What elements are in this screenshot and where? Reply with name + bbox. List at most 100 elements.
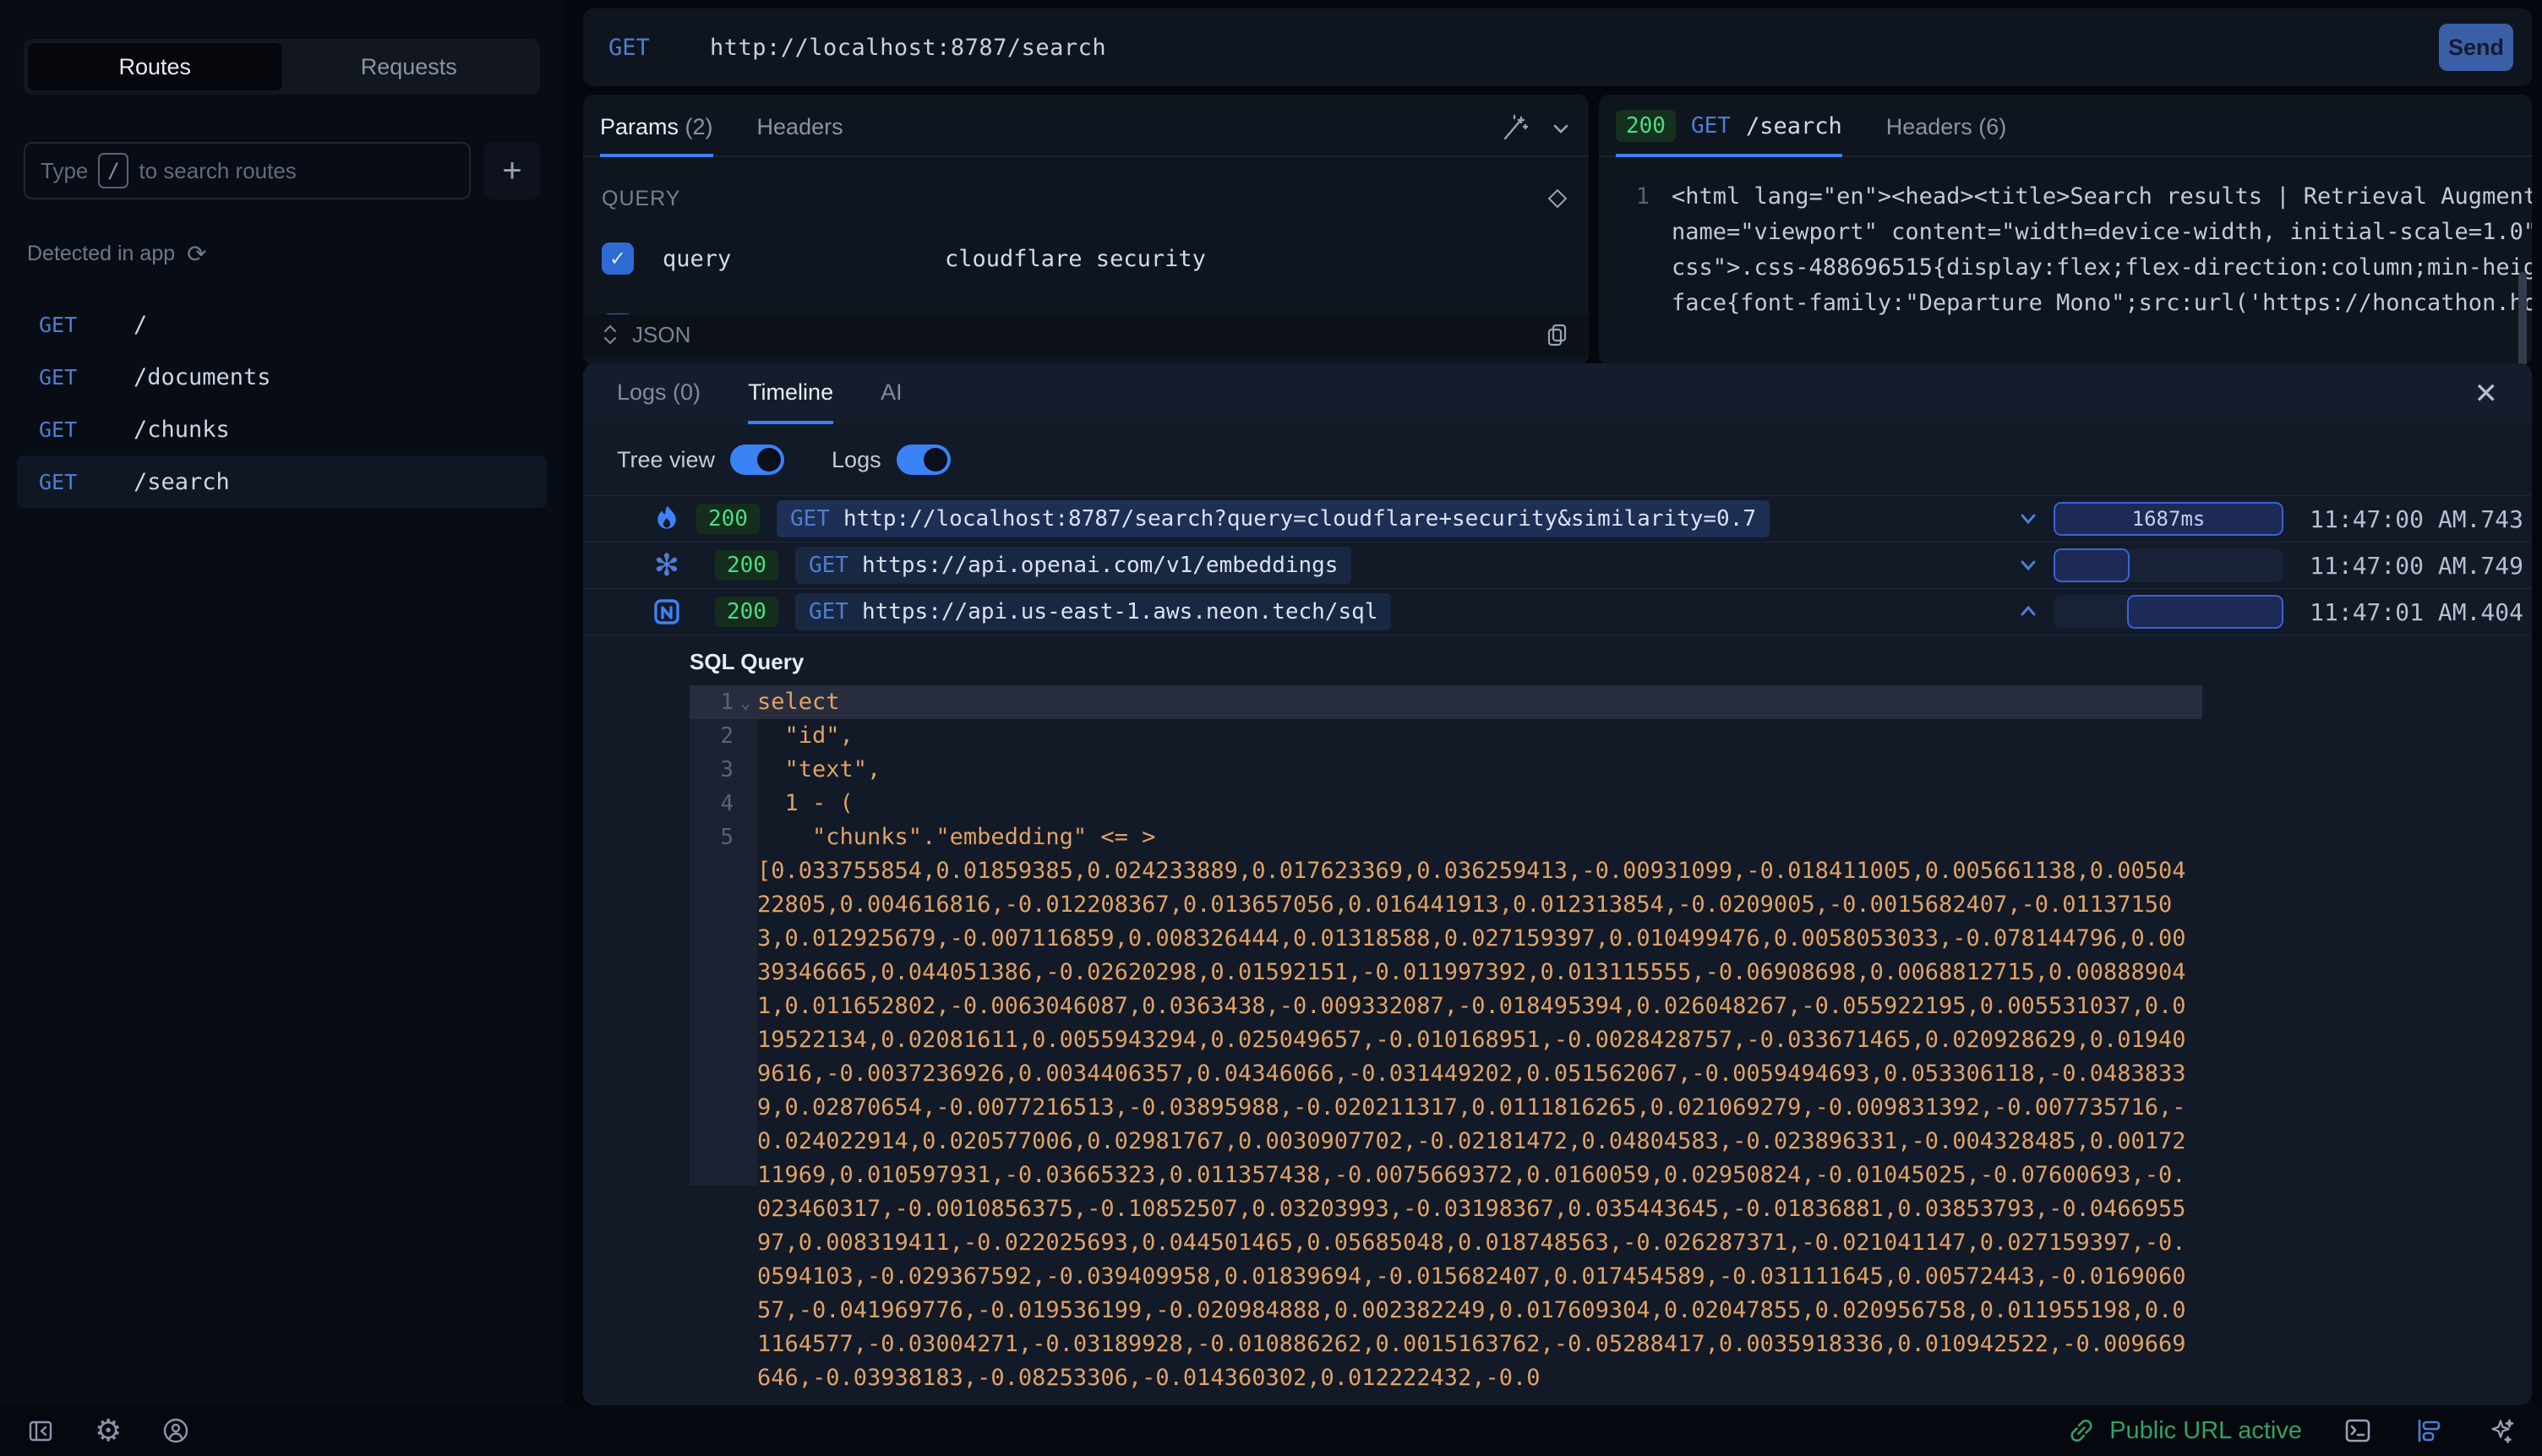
sql-line: 3 "text", bbox=[690, 753, 2202, 787]
timeline-row-app-request[interactable]: 200 GET http://localhost:8787/search?que… bbox=[583, 496, 2532, 543]
timeline-row-neon[interactable]: 200 GET https://api.us-east-1.aws.neon.t… bbox=[583, 589, 2532, 635]
tab-requests[interactable]: Requests bbox=[282, 43, 537, 90]
param-value[interactable]: cloudflare security bbox=[945, 246, 1206, 272]
link-icon bbox=[2067, 1416, 2096, 1445]
request-chip: GET https://api.us-east-1.aws.neon.tech/… bbox=[795, 593, 1391, 630]
chevron-down-icon[interactable] bbox=[1550, 117, 1572, 139]
send-button[interactable]: Send bbox=[2439, 24, 2513, 71]
query-section-label: QUERY bbox=[602, 187, 680, 211]
route-method: GET bbox=[39, 313, 134, 337]
search-placeholder-suffix: to search routes bbox=[139, 158, 296, 184]
request-chip: GET https://api.openai.com/v1/embeddings bbox=[795, 547, 1352, 584]
status-badge: 200 bbox=[715, 597, 778, 627]
url-input[interactable]: http://localhost:8787/search bbox=[710, 35, 1106, 61]
tab-response-headers[interactable]: Headers (6) bbox=[1886, 114, 2007, 157]
diamond-icon[interactable] bbox=[1545, 186, 1570, 211]
response-method: GET bbox=[1691, 113, 1731, 139]
route-item-root[interactable]: GET / bbox=[17, 298, 547, 351]
route-item-search[interactable]: GET /search bbox=[17, 455, 547, 508]
method-select[interactable]: GET bbox=[602, 35, 710, 61]
status-badge: 200 bbox=[1616, 110, 1676, 142]
flame-icon bbox=[649, 504, 685, 534]
route-search-input[interactable]: Type / to search routes bbox=[24, 142, 471, 199]
embedding-vector-text: [0.033755854,0.01859385,0.024233889,0.01… bbox=[757, 854, 2194, 1395]
chevron-up-icon[interactable] bbox=[2003, 599, 2054, 624]
chevron-down-icon[interactable] bbox=[2003, 553, 2054, 578]
status-bar: ⚙ Public URL active bbox=[0, 1405, 2542, 1456]
logs-toggle-label: Logs bbox=[832, 447, 881, 473]
response-line: face{font-family:"Departure Mono";src:ur… bbox=[1672, 286, 2532, 321]
timeline-panel: Logs (0) Timeline AI ✕ Tree view Logs 20… bbox=[583, 363, 2532, 1405]
collapse-sidebar-icon[interactable] bbox=[25, 1415, 56, 1446]
route-path: /documents bbox=[134, 364, 271, 390]
duration-bar bbox=[2054, 595, 2283, 629]
public-url-status[interactable]: Public URL active bbox=[2067, 1416, 2302, 1445]
route-path: /search bbox=[134, 469, 230, 495]
collapse-chevrons-icon bbox=[602, 323, 619, 346]
timestamp: 11:47:00 AM.743 bbox=[2305, 505, 2532, 533]
copy-icon[interactable] bbox=[1545, 322, 1570, 347]
json-bar-label: JSON bbox=[632, 322, 690, 348]
neon-icon bbox=[649, 597, 685, 626]
sidebar: Routes Requests Type / to search routes … bbox=[0, 0, 564, 1405]
tab-logs[interactable]: Logs (0) bbox=[617, 363, 701, 424]
timeline-layout-icon[interactable] bbox=[2414, 1415, 2444, 1446]
fold-caret-icon[interactable]: ⌄ bbox=[734, 685, 757, 719]
timestamp: 11:47:00 AM.749 bbox=[2305, 552, 2532, 580]
route-path: / bbox=[134, 312, 147, 338]
route-method: GET bbox=[39, 470, 134, 494]
refresh-icon[interactable]: ⟳ bbox=[187, 240, 206, 268]
sparkles-icon[interactable] bbox=[2485, 1415, 2517, 1447]
request-url-bar: GET http://localhost:8787/search Send bbox=[583, 8, 2532, 86]
magic-wand-icon[interactable] bbox=[1497, 113, 1528, 144]
request-chip: GET http://localhost:8787/search?query=c… bbox=[777, 500, 1770, 537]
close-icon[interactable]: ✕ bbox=[2474, 377, 2499, 411]
gear-icon[interactable]: ⚙ bbox=[95, 1413, 122, 1448]
response-path: /search bbox=[1746, 113, 1842, 139]
app-window: Routes Requests Type / to search routes … bbox=[0, 0, 2542, 1456]
sql-query-title: SQL Query bbox=[690, 649, 2532, 675]
response-scrollbar[interactable] bbox=[2518, 272, 2527, 365]
route-path: /chunks bbox=[134, 417, 230, 443]
add-route-button[interactable]: + bbox=[484, 142, 540, 199]
duration-bar: 1687ms bbox=[2054, 502, 2283, 536]
timeline-row-openai[interactable]: ✻ 200 GET https://api.openai.com/v1/embe… bbox=[583, 543, 2532, 589]
timestamp: 11:47:01 AM.404 bbox=[2305, 598, 2532, 626]
tree-view-toggle[interactable] bbox=[730, 444, 784, 475]
tab-params[interactable]: Params (2) bbox=[600, 114, 713, 157]
sql-code-block: 1 ⌄ select 2 "id", 3 "text", 4 1 - ( 5 "… bbox=[690, 685, 2202, 1395]
terminal-icon[interactable] bbox=[2343, 1415, 2373, 1446]
openai-icon: ✻ bbox=[649, 548, 685, 583]
response-body: 1 <html lang="en"><head><title>Search re… bbox=[1599, 157, 2532, 321]
tab-ai[interactable]: AI bbox=[881, 363, 903, 424]
param-key[interactable]: query bbox=[663, 246, 945, 272]
route-item-chunks[interactable]: GET /chunks bbox=[17, 403, 547, 455]
tab-routes[interactable]: Routes bbox=[28, 43, 282, 90]
request-panel: Params (2) Headers QUERY bbox=[583, 95, 1589, 365]
duration-bar bbox=[2054, 548, 2283, 582]
public-url-label: Public URL active bbox=[2109, 1417, 2302, 1445]
param-checkbox[interactable]: ✓ bbox=[602, 243, 634, 275]
route-item-documents[interactable]: GET /documents bbox=[17, 351, 547, 403]
param-row-query: ✓ query cloudflare security bbox=[583, 235, 1589, 282]
response-line: name="viewport" content="width=device-wi… bbox=[1672, 215, 2532, 250]
tab-timeline[interactable]: Timeline bbox=[748, 363, 833, 424]
status-badge: 200 bbox=[696, 504, 760, 534]
user-icon[interactable] bbox=[161, 1415, 191, 1446]
slash-key-badge: / bbox=[98, 153, 128, 188]
sql-line: 2 "id", bbox=[690, 719, 2202, 753]
sql-line: 4 1 - ( bbox=[690, 787, 2202, 821]
route-method: GET bbox=[39, 365, 134, 390]
search-placeholder-prefix: Type bbox=[41, 158, 88, 184]
tab-response-body[interactable]: 200 GET /search bbox=[1616, 110, 1842, 157]
routes-list: GET / GET /documents GET /chunks GET /se… bbox=[17, 298, 547, 508]
status-badge: 200 bbox=[715, 550, 778, 581]
response-line: <html lang="en"><head><title>Search resu… bbox=[1672, 179, 2532, 215]
logs-toggle[interactable] bbox=[897, 444, 951, 475]
sidebar-tabs: Routes Requests bbox=[24, 39, 540, 95]
detected-in-app-label: Detected in app bbox=[27, 242, 175, 266]
json-collapse-bar[interactable]: JSON bbox=[583, 314, 1589, 355]
chevron-down-icon[interactable] bbox=[2003, 506, 2054, 532]
tab-request-headers[interactable]: Headers bbox=[757, 114, 843, 157]
route-method: GET bbox=[39, 417, 134, 442]
